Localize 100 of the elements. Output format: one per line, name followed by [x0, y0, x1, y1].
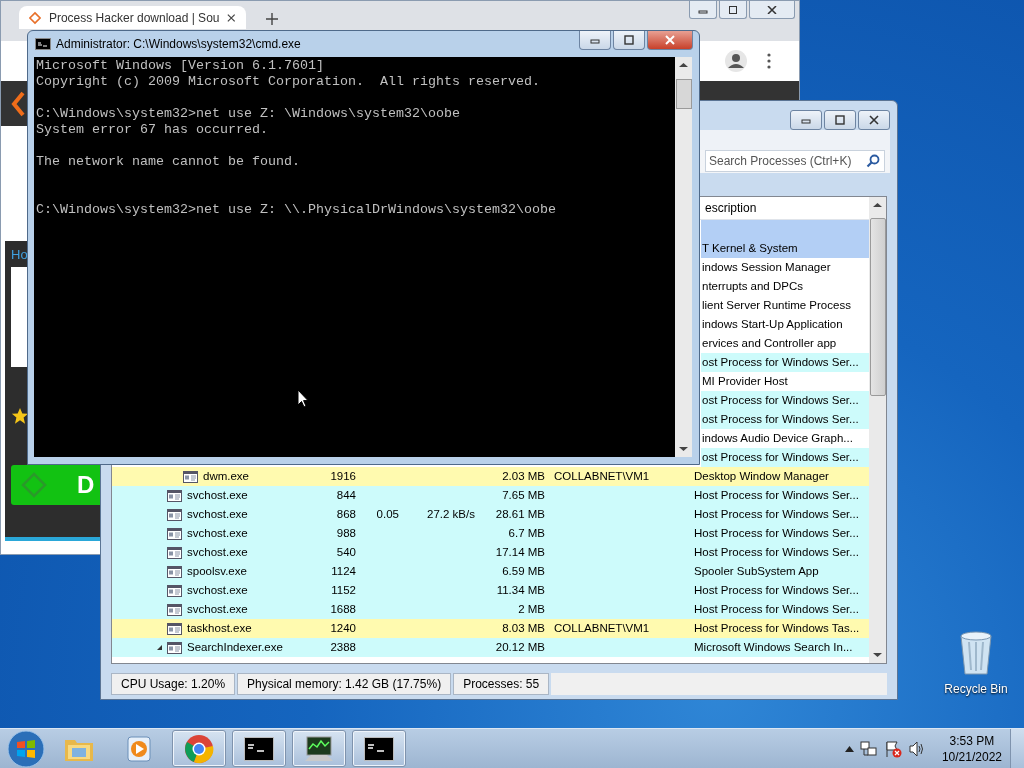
clock[interactable]: 3:53 PM 10/21/2022: [941, 732, 1002, 765]
scroll-thumb[interactable]: [869, 218, 886, 396]
maximize-button[interactable]: [613, 31, 645, 50]
chevron-left-icon[interactable]: [11, 90, 25, 117]
table-cell: 844: [336, 489, 356, 501]
show-hidden-icons-icon[interactable]: [844, 745, 854, 752]
minimize-button[interactable]: [790, 110, 822, 130]
scroll-up-icon[interactable]: [679, 62, 688, 68]
table-cell: 17.14 MB: [495, 546, 545, 558]
maximize-button[interactable]: [719, 1, 747, 19]
table-cell-text: svchost.exe: [187, 545, 248, 560]
table-cell: Host Process for Windows Ser...: [694, 489, 859, 501]
menu-icon[interactable]: [767, 53, 771, 69]
table-cell-text: svchost.exe: [187, 602, 248, 617]
mouse-pointer-icon: [297, 389, 309, 408]
window-icon: [167, 565, 182, 578]
table-cell-text: spoolsv.exe: [187, 564, 247, 579]
close-icon: [868, 115, 880, 125]
process-row[interactable]: dwm.exe 1916 2.03 MB COLLABNET\VM1 Desktop Window Manager: [112, 467, 869, 486]
table-cell-text: svchost.exe: [187, 507, 248, 522]
table-cell: 868: [336, 508, 356, 520]
console-icon: [244, 736, 274, 761]
new-tab-icon[interactable]: [266, 13, 278, 25]
window-icon: [183, 470, 198, 483]
table-cell: 20.12 MB: [495, 641, 545, 653]
table-cell: Host Process for Windows Ser...: [694, 527, 859, 539]
taskbar-button[interactable]: [352, 730, 406, 767]
table-cell: 6.7 MB: [508, 527, 545, 539]
table-cell[interactable]: [701, 220, 869, 239]
table-cell: 2388: [330, 641, 356, 653]
taskbar-button[interactable]: [292, 730, 346, 767]
table-cell: 1688: [330, 603, 356, 615]
breadcrumb-link[interactable]: Ho: [11, 247, 28, 263]
window-title: Administrator: C:\Windows\system32\cmd.exe: [56, 37, 302, 51]
table-cell: 8.03 MB: [502, 622, 545, 634]
scrollbar[interactable]: [675, 57, 692, 457]
table-cell: 2.03 MB: [502, 470, 545, 482]
status-text: Physical memory: 1.42 GB (17.75%): [237, 673, 452, 695]
console-output: Microsoft Windows [Version 6.1.7601] Copyright (c) 2009 Microsoft Corporation. All rights reserved. C:\Windows\system32>net use Z: \Windows\system32\oobe System error 67 has occurred. The network name cannot be found. C:\Windows\system32>net use Z: \\.PhysicalDrWindows\system32\oobe: [35, 57, 557, 219]
process-row[interactable]: svchost.exe 844 7.65 MB Host Process for Windows Ser...: [112, 486, 869, 505]
diamond-icon: [29, 10, 41, 25]
table-cell: 540: [336, 546, 356, 558]
table-cell[interactable]: ost Process for Windows Ser...: [701, 410, 869, 429]
maximize-button[interactable]: [824, 110, 856, 130]
process-row[interactable]: taskhost.exe 1240 8.03 MB COLLABNET\VM1 Host Process for Windows Tas...: [112, 619, 869, 638]
scroll-up-icon[interactable]: [873, 202, 882, 208]
process-row[interactable]: SearchIndexer.exe 2388 20.12 MB Microsoft Windows Search In...: [112, 638, 869, 657]
table-cell[interactable]: ost Process for Windows Ser...: [701, 353, 869, 372]
scroll-down-icon[interactable]: [873, 652, 882, 658]
table-cell: COLLABNET\VM1: [554, 470, 650, 482]
speaker-icon[interactable]: [907, 739, 926, 758]
table-cell: Spooler SubSystem App: [694, 565, 819, 577]
scroll-thumb[interactable]: [675, 79, 692, 109]
minimize-button[interactable]: [579, 31, 611, 50]
console-icon: [364, 736, 394, 761]
process-row[interactable]: spoolsv.exe 1124 6.59 MB Spooler SubSystem App: [112, 562, 869, 581]
process-row[interactable]: svchost.exe 868 0.05 27.2 kB/s 28.61 MB Host Process for Windows Ser...: [112, 505, 869, 524]
column-header[interactable]: escription: [703, 197, 869, 219]
close-icon: [767, 5, 777, 14]
network-icon[interactable]: [859, 739, 878, 758]
window-icon: [167, 603, 182, 616]
table-cell[interactable]: ost Process for Windows Ser...: [701, 448, 869, 467]
search-field[interactable]: Search Processes (Ctrl+K): [705, 150, 885, 172]
table-cell-text: svchost.exe: [187, 488, 248, 503]
table-cell: Host Process for Windows Ser...: [694, 546, 859, 558]
profile-icon[interactable]: [725, 50, 747, 72]
minimize-icon: [800, 116, 812, 124]
start-button[interactable]: [6, 728, 46, 768]
table-cell[interactable]: T Kernel & System: [701, 239, 869, 258]
table-cell-text: svchost.exe: [187, 526, 248, 541]
star-icon: [11, 407, 29, 425]
expander-icon[interactable]: [156, 644, 163, 651]
recycle-bin-icon[interactable]: [958, 630, 994, 676]
process-row[interactable]: svchost.exe 1688 2 MB Host Process for Windows Ser...: [112, 600, 869, 619]
maximize-icon: [623, 35, 635, 45]
icon-label[interactable]: Recycle Bin: [944, 682, 1008, 696]
close-icon: [664, 35, 676, 45]
flag-alert-icon[interactable]: [883, 739, 902, 758]
window-icon: [167, 508, 182, 521]
table-cell: COLLABNET\VM1: [554, 622, 650, 634]
window-icon: [167, 546, 182, 559]
table-cell: 1240: [330, 622, 356, 634]
table-cell: 6.59 MB: [502, 565, 545, 577]
close-icon[interactable]: [227, 12, 236, 23]
minimize-icon: [589, 36, 601, 44]
table-cell[interactable]: ost Process for Windows Ser...: [701, 391, 869, 410]
scrollbar[interactable]: [869, 197, 886, 663]
process-row[interactable]: svchost.exe 1152 11.34 MB Host Process for Windows Ser...: [112, 581, 869, 600]
close-button[interactable]: [858, 110, 890, 130]
taskbar-button[interactable]: [232, 730, 286, 767]
process-row[interactable]: svchost.exe 540 17.14 MB Host Process for Windows Ser...: [112, 543, 869, 562]
table-cell: 28.61 MB: [495, 508, 545, 520]
scroll-down-icon[interactable]: [679, 446, 688, 452]
browser-tab[interactable]: Process Hacker download | Sou: [19, 6, 246, 29]
table-cell: 27.2 kB/s: [427, 508, 475, 520]
table-cell: 988: [336, 527, 356, 539]
process-row[interactable]: svchost.exe 988 6.7 MB Host Process for Windows Ser...: [112, 524, 869, 543]
table-cell: 1152: [331, 584, 356, 596]
maximize-icon: [728, 5, 738, 14]
media-player-icon: [126, 734, 152, 763]
